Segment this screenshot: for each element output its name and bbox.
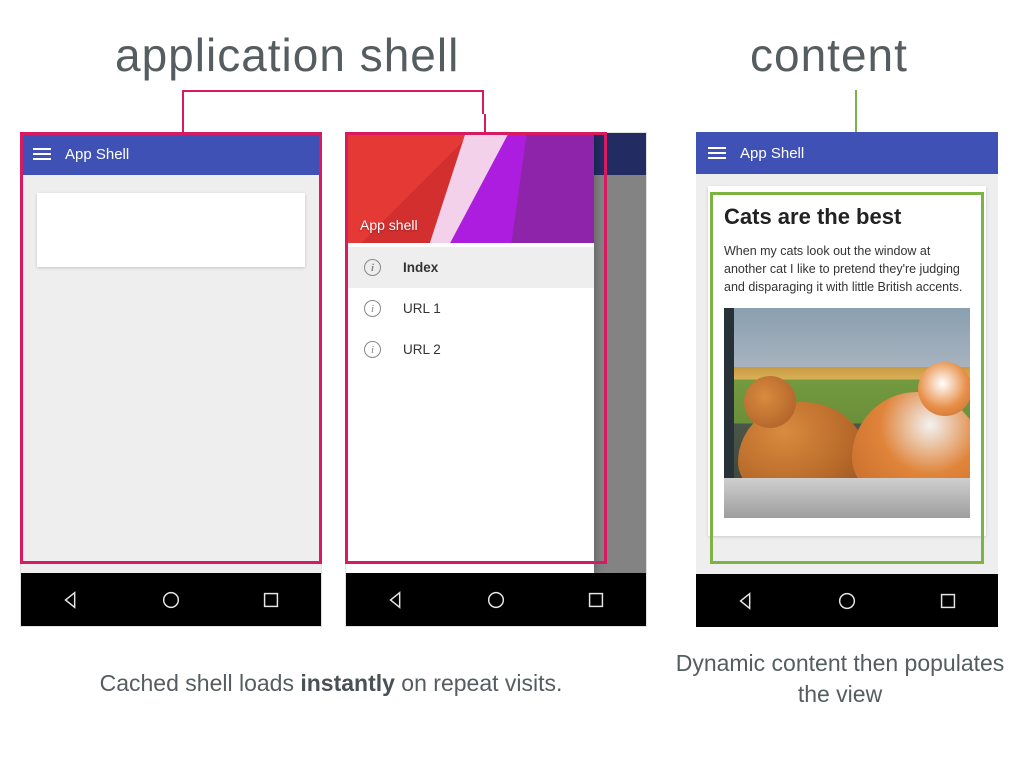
nav-recent-icon[interactable] bbox=[260, 589, 282, 611]
content-image-cats bbox=[724, 308, 970, 518]
nav-drawer: App shell i Index i URL 1 i URL 2 bbox=[346, 133, 594, 573]
heading-application-shell: application shell bbox=[115, 28, 459, 82]
app-bar: App Shell bbox=[696, 132, 998, 174]
content-body: When my cats look out the window at anot… bbox=[724, 242, 970, 296]
caption-shell-pre: Cached shell loads bbox=[100, 670, 301, 696]
drawer-header: App shell bbox=[346, 133, 594, 243]
empty-content-card bbox=[37, 193, 305, 267]
caption-content: Dynamic content then populates the view bbox=[670, 648, 1010, 710]
phone-mock-content: App Shell Cats are the best When my cats… bbox=[696, 132, 998, 627]
content-card: Cats are the best When my cats look out … bbox=[708, 186, 986, 536]
android-nav-bar bbox=[696, 574, 998, 627]
diagram-stage: application shell content App Shell App … bbox=[0, 0, 1024, 757]
nav-home-icon[interactable] bbox=[485, 589, 507, 611]
android-nav-bar bbox=[21, 573, 321, 626]
android-nav-bar bbox=[346, 573, 646, 626]
drawer-header-title: App shell bbox=[360, 217, 418, 233]
drawer-item-index[interactable]: i Index bbox=[346, 247, 594, 288]
nav-back-icon[interactable] bbox=[60, 589, 82, 611]
hamburger-icon[interactable] bbox=[33, 148, 51, 160]
hamburger-icon[interactable] bbox=[708, 147, 726, 159]
shell-bracket-leg bbox=[484, 114, 486, 132]
app-bar-title: App Shell bbox=[740, 145, 804, 162]
app-bar-title: App Shell bbox=[65, 146, 129, 163]
info-icon: i bbox=[364, 341, 381, 358]
phone-screen: App Shell Cats are the best When my cats… bbox=[696, 132, 998, 574]
nav-recent-icon[interactable] bbox=[937, 590, 959, 612]
app-bar: App Shell bbox=[21, 133, 321, 175]
drawer-item-label: URL 1 bbox=[403, 301, 441, 316]
phone-mock-shell-drawer: App Shell App shell i Index i bbox=[345, 132, 647, 627]
drawer-item-label: URL 2 bbox=[403, 342, 441, 357]
drawer-item-label: Index bbox=[403, 260, 438, 275]
phone-screen: App Shell App shell i Index i bbox=[346, 133, 646, 573]
nav-back-icon[interactable] bbox=[385, 589, 407, 611]
drawer-list: i Index i URL 1 i URL 2 bbox=[346, 243, 594, 374]
caption-shell-bold: instantly bbox=[300, 670, 395, 696]
drawer-item-url2[interactable]: i URL 2 bbox=[346, 329, 594, 370]
caption-shell-post: on repeat visits. bbox=[395, 670, 562, 696]
drawer-item-url1[interactable]: i URL 1 bbox=[346, 288, 594, 329]
nav-home-icon[interactable] bbox=[160, 589, 182, 611]
info-icon: i bbox=[364, 300, 381, 317]
heading-content: content bbox=[750, 28, 908, 82]
shell-bracket-leg bbox=[182, 114, 184, 132]
nav-back-icon[interactable] bbox=[735, 590, 757, 612]
nav-home-icon[interactable] bbox=[836, 590, 858, 612]
content-title: Cats are the best bbox=[724, 204, 970, 230]
info-icon: i bbox=[364, 259, 381, 276]
shell-bracket bbox=[182, 90, 484, 114]
phone-mock-shell-empty: App Shell bbox=[20, 132, 322, 627]
caption-shell: Cached shell loads instantly on repeat v… bbox=[36, 668, 626, 699]
nav-recent-icon[interactable] bbox=[585, 589, 607, 611]
phone-screen: App Shell bbox=[21, 133, 321, 573]
